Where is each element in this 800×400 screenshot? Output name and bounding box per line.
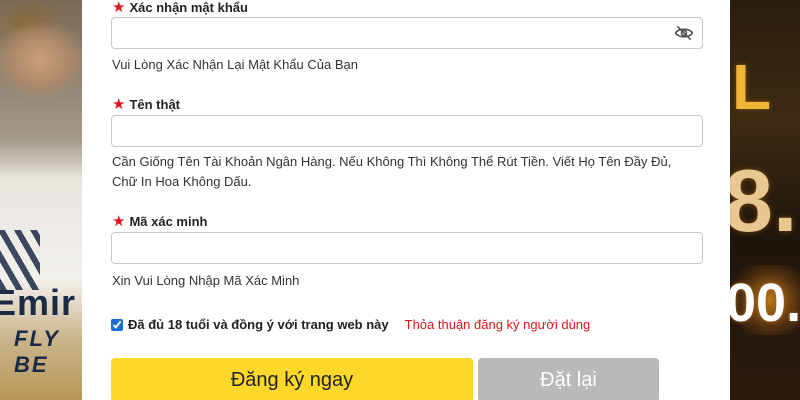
shirt-brand-text: Emir: [0, 282, 77, 323]
shirt-sub-text: FLY BE: [14, 326, 60, 377]
verification-code-input[interactable]: [112, 233, 702, 263]
confirm-password-hint: Vui Lòng Xác Nhận Lại Mật Khẩu Của Bạn: [112, 57, 358, 72]
agreement-checkbox[interactable]: [111, 318, 123, 331]
verification-code-label: ★ Mã xác minh: [112, 214, 207, 229]
agreement-row: Đã đủ 18 tuổi và đồng ý với trang web nà…: [111, 317, 590, 332]
banner-text-1: L: [732, 51, 772, 123]
confirm-password-field-wrap: [111, 17, 703, 49]
confirm-password-label-text: Xác nhận mật khẩu: [129, 0, 248, 15]
required-star-icon: ★: [112, 213, 126, 230]
real-name-hint-line2: Chữ In Hoa Không Dấu.: [112, 174, 252, 189]
confirm-password-label: ★ Xác nhận mật khẩu: [112, 0, 248, 15]
eye-slash-icon[interactable]: [674, 24, 694, 42]
real-name-field-wrap: [111, 115, 703, 147]
banner-text-3: 00.: [730, 273, 800, 333]
shirt-stripes: [0, 230, 40, 290]
real-name-input[interactable]: [112, 116, 702, 146]
real-name-hint-line1: Cần Giống Tên Tài Khoản Ngân Hàng. Nếu K…: [112, 154, 672, 169]
verification-code-field-wrap: [111, 232, 703, 264]
real-name-label-text: Tên thật: [129, 97, 181, 112]
reset-button[interactable]: Đặt lại: [478, 358, 659, 400]
required-star-icon: ★: [112, 96, 126, 113]
banner-text-2: 8.: [730, 151, 798, 250]
register-button[interactable]: Đăng ký ngay: [111, 358, 473, 400]
agreement-text: Đã đủ 18 tuổi và đồng ý với trang web nà…: [128, 317, 389, 332]
real-name-label: ★ Tên thật: [112, 97, 180, 112]
background-banner-right: L 8. 00.: [730, 0, 800, 400]
terms-link[interactable]: Thỏa thuận đăng ký người dùng: [405, 317, 591, 332]
confirm-password-input[interactable]: [112, 18, 702, 48]
required-star-icon: ★: [112, 0, 126, 16]
verification-code-label-text: Mã xác minh: [129, 214, 208, 229]
verification-code-hint: Xin Vui Lòng Nhập Mã Xác Minh: [112, 273, 300, 288]
background-photo-left: Emir FLY BE: [0, 0, 82, 400]
